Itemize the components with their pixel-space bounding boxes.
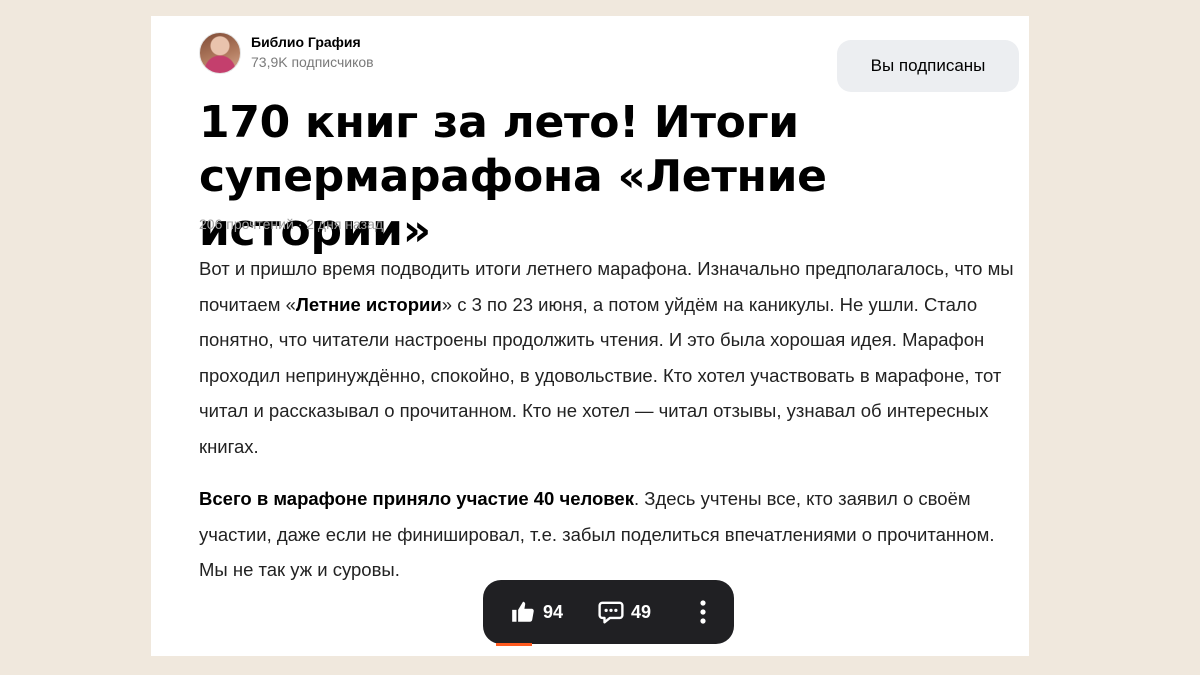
comment-count: 49	[631, 602, 652, 622]
floating-action-bar: 94 49	[483, 580, 734, 644]
comment-icon	[598, 601, 624, 624]
article-title: 170 книг за лето! Итоги супермарафона «Л…	[199, 97, 827, 256]
reading-progress-indicator	[496, 643, 532, 646]
like-button[interactable]: 94	[509, 597, 579, 627]
paragraph-2-bold: Всего в марафоне приняло участие 40 чело…	[199, 488, 634, 509]
thumbs-up-icon	[512, 601, 534, 622]
paragraph-1-bold: Летние истории	[295, 293, 442, 315]
channel-header: Библио Графия 73,9K подписчиков Вы подпи…	[199, 30, 1019, 92]
like-count: 94	[543, 602, 564, 622]
article-card: Библио Графия 73,9K подписчиков Вы подпи…	[151, 16, 1029, 656]
article-meta: 206 прочтений · 2 дня назад	[199, 216, 384, 232]
subscriber-count: 73,9K подписчиков	[251, 54, 374, 70]
paragraph-1-text-end: » с 3 по 23 июня, а потом уйдём на каник…	[199, 293, 1002, 457]
avatar[interactable]	[199, 32, 241, 74]
comments-button[interactable]: 49	[597, 597, 667, 627]
more-options-button[interactable]	[693, 596, 713, 628]
channel-name[interactable]: Библио Графия	[251, 34, 361, 50]
paragraph-2: Всего в марафоне приняло участие 40 чело…	[199, 481, 1019, 588]
paragraph-1: Вот и пришло время подводить итоги летне…	[199, 251, 1019, 464]
subscribed-button[interactable]: Вы подписаны	[837, 40, 1019, 92]
more-vertical-icon	[700, 600, 706, 624]
article-body: Вот и пришло время подводить итоги летне…	[199, 251, 1019, 605]
